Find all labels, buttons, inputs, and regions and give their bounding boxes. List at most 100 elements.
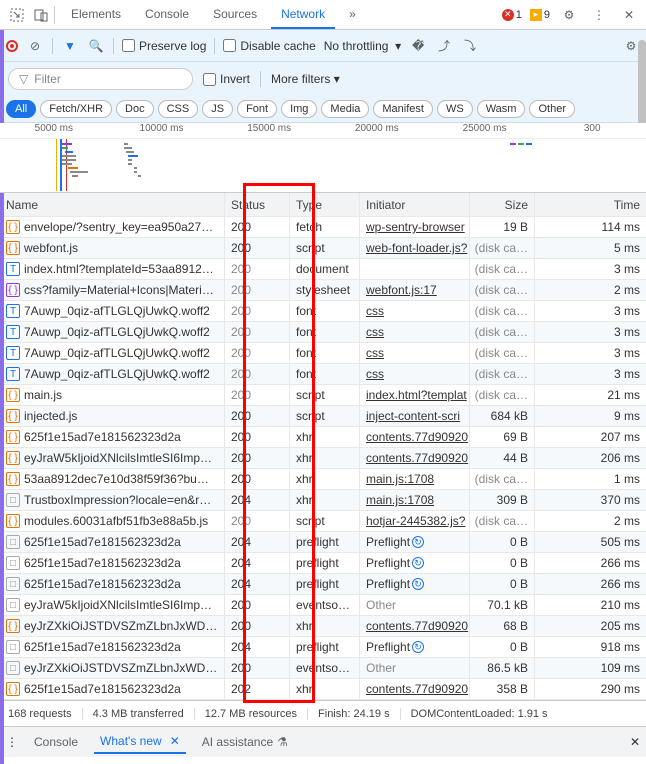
request-row[interactable]: { }main.js200scriptindex.html?templat(di… bbox=[0, 385, 646, 406]
request-row[interactable]: { }eyJraW5kIjoidXNlcilsImtleSI6Imp…200xh… bbox=[0, 448, 646, 469]
chip-other[interactable]: Other bbox=[529, 100, 575, 118]
warning-badge[interactable]: ▸9 bbox=[530, 9, 550, 21]
col-name[interactable]: Name bbox=[0, 193, 225, 216]
tab-elements[interactable]: Elements bbox=[61, 1, 131, 29]
device-icon[interactable] bbox=[30, 4, 52, 26]
initiator[interactable]: contents.77d90920 bbox=[360, 427, 470, 447]
chip-wasm[interactable]: Wasm bbox=[477, 100, 526, 118]
request-row[interactable]: □625f1e15ad7e181562323d2a204preflightPre… bbox=[0, 637, 646, 658]
chip-manifest[interactable]: Manifest bbox=[373, 100, 433, 118]
throttling-dropdown[interactable]: No throttling ▾ bbox=[324, 39, 401, 53]
request-row[interactable]: □625f1e15ad7e181562323d2a204preflightPre… bbox=[0, 574, 646, 595]
request-name: 625f1e15ad7e181562323d2a bbox=[24, 556, 181, 570]
col-status[interactable]: Status bbox=[225, 193, 290, 216]
initiator[interactable]: wp-sentry-browser bbox=[360, 217, 470, 237]
drawer-tab-whatsnew[interactable]: What's new✕ bbox=[94, 730, 186, 754]
initiator[interactable]: Preflight bbox=[360, 532, 470, 552]
time: 3 ms bbox=[535, 301, 646, 321]
download-icon[interactable]: ⤵ bbox=[461, 37, 479, 54]
initiator[interactable]: main.js:1708 bbox=[360, 469, 470, 489]
request-row[interactable]: □eyJrZXkiOiJSTDVSZmZLbnJxWD…200eventso…O… bbox=[0, 658, 646, 679]
kebab-icon[interactable]: ⋮ bbox=[588, 4, 610, 26]
request-row[interactable]: { }625f1e15ad7e181562323d2a202xhrcontent… bbox=[0, 679, 646, 700]
request-row[interactable]: { }53aa8912dec7e10d38f59f36?bu…200xhrmai… bbox=[0, 469, 646, 490]
request-row[interactable]: { }modules.60031afbf51fb3e88a5b.js200scr… bbox=[0, 511, 646, 532]
search-icon[interactable]: 🔍 bbox=[87, 39, 105, 53]
status-code: 200 bbox=[225, 217, 290, 237]
drawer-tab-console[interactable]: Console bbox=[28, 731, 84, 753]
initiator[interactable]: inject-content-scri bbox=[360, 406, 470, 426]
request-row[interactable]: T7Auwp_0qiz-afTLGLQjUwkQ.woff2200fontcss… bbox=[0, 322, 646, 343]
clear-icon[interactable]: ⊘ bbox=[26, 39, 44, 53]
filter-icon[interactable]: ▼ bbox=[61, 39, 79, 53]
gear-icon[interactable]: ⚙ bbox=[558, 4, 580, 26]
initiator[interactable]: contents.77d90920 bbox=[360, 616, 470, 636]
tab-more[interactable]: » bbox=[339, 1, 366, 29]
error-badge[interactable]: ✕1 bbox=[502, 9, 522, 21]
invert-checkbox[interactable]: Invert bbox=[203, 72, 250, 86]
drawer-kebab-icon[interactable]: ⋮ bbox=[6, 735, 18, 749]
upload-icon[interactable]: ⤴ bbox=[435, 37, 453, 54]
request-row[interactable]: { }css?family=Material+Icons|Materi…200s… bbox=[0, 280, 646, 301]
initiator[interactable]: contents.77d90920 bbox=[360, 448, 470, 468]
request-row[interactable]: { }envelope/?sentry_key=ea950a27…200fetc… bbox=[0, 217, 646, 238]
request-row[interactable]: { }injected.js200scriptinject-content-sc… bbox=[0, 406, 646, 427]
request-row[interactable]: □625f1e15ad7e181562323d2a204preflightPre… bbox=[0, 532, 646, 553]
close-icon[interactable]: ✕ bbox=[618, 4, 640, 26]
request-row[interactable]: { }625f1e15ad7e181562323d2a200xhrcontent… bbox=[0, 427, 646, 448]
request-row[interactable]: T7Auwp_0qiz-afTLGLQjUwkQ.woff2200fontcss… bbox=[0, 301, 646, 322]
chip-js[interactable]: JS bbox=[202, 100, 233, 118]
initiator[interactable]: css bbox=[360, 322, 470, 342]
drawer-close-icon[interactable]: ✕ bbox=[630, 735, 640, 749]
drawer-tab-ai[interactable]: AI assistance ⚗ bbox=[196, 731, 294, 753]
request-row[interactable]: □eyJraW5kIjoidXNlcilsImtleSI6Imp…200even… bbox=[0, 595, 646, 616]
inspect-icon[interactable] bbox=[6, 4, 28, 26]
initiator[interactable]: web-font-loader.js? bbox=[360, 238, 470, 258]
request-row[interactable]: { }eyJrZXkiOiJSTDVSZmZLbnJxWD…200xhrcont… bbox=[0, 616, 646, 637]
tab-network[interactable]: Network bbox=[271, 1, 335, 29]
scrollbar-thumb[interactable] bbox=[638, 40, 646, 130]
col-type[interactable]: Type bbox=[290, 193, 360, 216]
request-row[interactable]: □TrustboxImpression?locale=en&r…204xhrma… bbox=[0, 490, 646, 511]
col-initiator[interactable]: Initiator bbox=[360, 193, 470, 216]
initiator[interactable]: index.html?templat bbox=[360, 385, 470, 405]
initiator[interactable]: contents.77d90920 bbox=[360, 679, 470, 699]
request-row[interactable]: T7Auwp_0qiz-afTLGLQjUwkQ.woff2200fontcss… bbox=[0, 364, 646, 385]
more-filters-dropdown[interactable]: More filters ▾ bbox=[271, 72, 340, 86]
initiator[interactable]: Other bbox=[360, 658, 470, 678]
initiator[interactable]: main.js:1708 bbox=[360, 490, 470, 510]
initiator[interactable]: css bbox=[360, 301, 470, 321]
disable-cache-checkbox[interactable]: Disable cache bbox=[223, 39, 315, 53]
close-tab-icon[interactable]: ✕ bbox=[170, 734, 180, 748]
request-row[interactable]: □625f1e15ad7e181562323d2a204preflightPre… bbox=[0, 553, 646, 574]
tab-console[interactable]: Console bbox=[135, 1, 199, 29]
chip-media[interactable]: Media bbox=[321, 100, 369, 118]
initiator[interactable] bbox=[360, 259, 470, 279]
wifi-icon[interactable]: �᷈ bbox=[409, 39, 427, 53]
request-row[interactable]: T7Auwp_0qiz-afTLGLQjUwkQ.woff2200fontcss… bbox=[0, 343, 646, 364]
initiator[interactable]: Preflight bbox=[360, 574, 470, 594]
chip-img[interactable]: Img bbox=[281, 100, 317, 118]
request-row[interactable]: { }webfont.js200scriptweb-font-loader.js… bbox=[0, 238, 646, 259]
timeline-overview[interactable]: 5000 ms10000 ms15000 ms20000 ms25000 ms3… bbox=[0, 123, 646, 193]
initiator[interactable]: Preflight bbox=[360, 637, 470, 657]
initiator[interactable]: Preflight bbox=[360, 553, 470, 573]
chip-font[interactable]: Font bbox=[237, 100, 277, 118]
chip-all[interactable]: All bbox=[6, 100, 36, 118]
chip-ws[interactable]: WS bbox=[437, 100, 473, 118]
col-size[interactable]: Size bbox=[470, 193, 535, 216]
initiator[interactable]: css bbox=[360, 364, 470, 384]
initiator[interactable]: hotjar-2445382.js? bbox=[360, 511, 470, 531]
chip-doc[interactable]: Doc bbox=[116, 100, 154, 118]
request-row[interactable]: Tindex.html?templateId=53aa8912…200docum… bbox=[0, 259, 646, 280]
chip-css[interactable]: CSS bbox=[158, 100, 199, 118]
record-button[interactable] bbox=[6, 40, 18, 52]
initiator[interactable]: Other bbox=[360, 595, 470, 615]
filter-input[interactable]: ▽Filter bbox=[8, 68, 193, 90]
chip-fetchxhr[interactable]: Fetch/XHR bbox=[40, 100, 112, 118]
tab-sources[interactable]: Sources bbox=[203, 1, 267, 29]
preserve-log-checkbox[interactable]: Preserve log bbox=[122, 39, 206, 53]
initiator[interactable]: webfont.js:17 bbox=[360, 280, 470, 300]
col-time[interactable]: Time bbox=[535, 193, 646, 216]
initiator[interactable]: css bbox=[360, 343, 470, 363]
